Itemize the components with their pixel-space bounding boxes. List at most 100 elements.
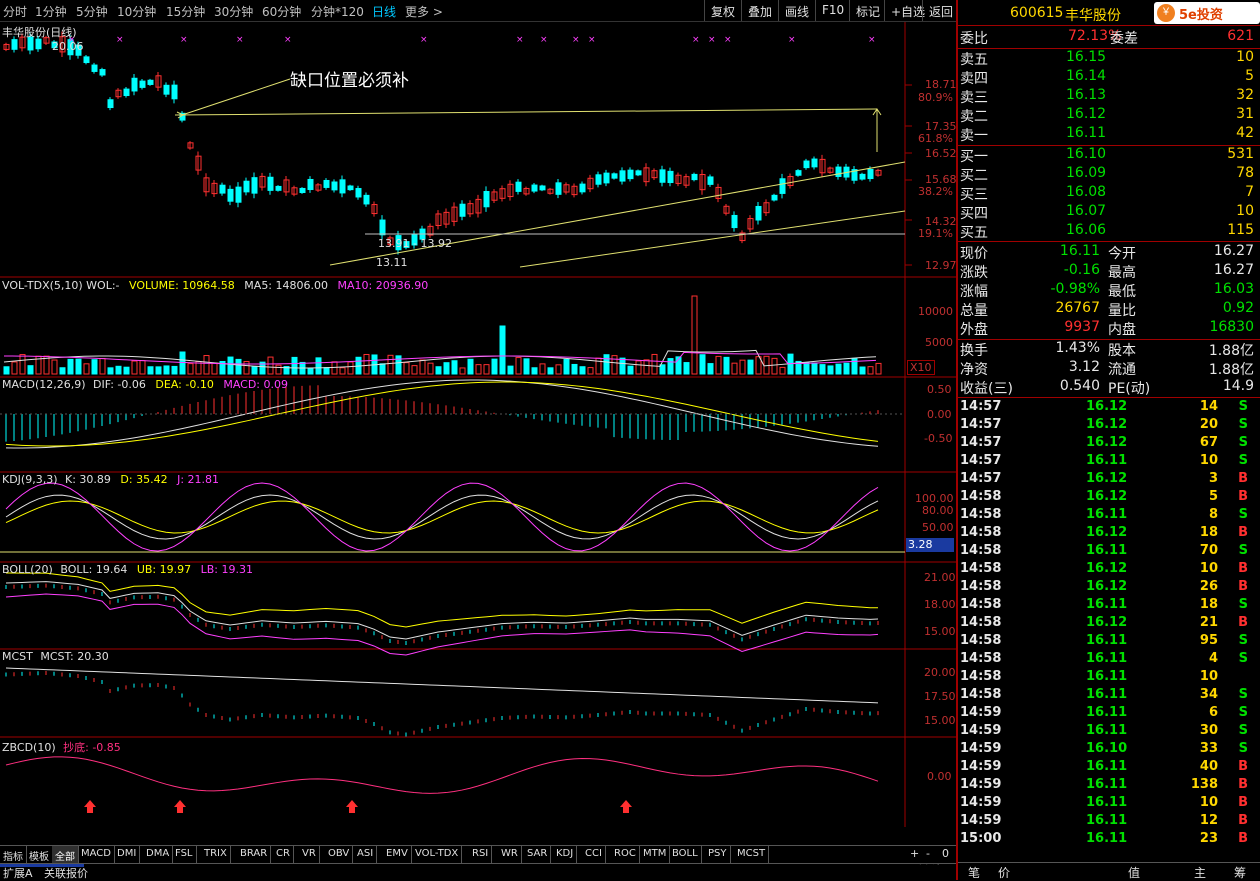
timeframe-60min[interactable]: 60分钟 — [262, 3, 301, 20]
candle-body — [515, 181, 522, 192]
order-price: 16.15 — [1066, 49, 1107, 65]
indicator-tab[interactable]: WR — [498, 846, 522, 864]
zoom-out-button[interactable]: - — [926, 847, 930, 860]
vol-axis-label: 10000 — [918, 305, 953, 318]
indicator-tab[interactable]: OBV — [325, 846, 354, 864]
signal-mark: × — [420, 35, 428, 45]
tick-cell: B — [1238, 489, 1248, 504]
indicator-tab[interactable]: VR — [299, 846, 320, 864]
indicator-tab[interactable]: 模板 — [26, 846, 53, 864]
mark-button[interactable]: 标记 — [849, 0, 886, 21]
indicator-tab[interactable]: ROC — [611, 846, 640, 864]
tick-cell: 16.10 — [1086, 741, 1128, 756]
timeframe-15min[interactable]: 15分钟 — [166, 3, 205, 20]
kline-chart-area[interactable]: × × × × × × × × × × × × × × × 丰华股份(日线) 20.06 缺口位置必须补 1… — [0, 22, 957, 867]
candle-body — [595, 174, 602, 185]
quote-bottom-tab[interactable]: 筹 — [1234, 864, 1246, 881]
indicator-tab[interactable]: PSY — [705, 846, 731, 864]
stat-row: 涨幅 -0.98% 最低 16.03 — [958, 281, 1260, 300]
timeframe-1min[interactable]: 1分钟 — [35, 3, 67, 20]
quote-bottom-tab[interactable]: 主 — [1194, 864, 1206, 881]
indicator-tab[interactable]: SAR — [524, 846, 552, 864]
volume-bar — [731, 362, 738, 375]
volume-bar — [515, 357, 522, 375]
tick-cell: S — [1238, 543, 1248, 558]
tick-cell: 14:58 — [960, 615, 1002, 630]
timeframe-daily[interactable]: 日线 — [372, 3, 396, 20]
related-quote-tab[interactable]: 关联报价 — [44, 865, 88, 881]
volume-bar — [571, 363, 578, 375]
timeframe-30min[interactable]: 30分钟 — [214, 3, 253, 20]
candle-body — [795, 170, 802, 176]
sell-row: 卖四 16.14 5 — [958, 68, 1260, 87]
candle-body — [147, 79, 154, 85]
logo-icon: ￥ — [1157, 4, 1175, 22]
indicator-tab[interactable]: KDJ — [553, 846, 578, 864]
indicator-tab[interactable]: MACD — [78, 846, 115, 864]
indicator-tab[interactable]: 全部 — [52, 846, 79, 864]
indicator-tab[interactable]: FSL — [172, 846, 197, 864]
tick-row: 14:58 16.12 26 B — [958, 579, 1260, 597]
candle-body — [331, 181, 338, 191]
timeframe-fenshi[interactable]: 分时 — [3, 3, 27, 20]
indicator-tab[interactable]: CCI — [582, 846, 606, 864]
tick-cell: 30 — [1199, 723, 1218, 738]
candle-body — [803, 160, 810, 169]
volume-bar — [451, 360, 458, 375]
candle-body — [635, 170, 642, 176]
indicator-tab[interactable]: DMA — [143, 846, 174, 864]
candle-body — [219, 184, 226, 194]
quote-bottom-tab[interactable]: 价 — [998, 864, 1010, 881]
timeframe-5min[interactable]: 5分钟 — [76, 3, 108, 20]
indicator-tab[interactable]: BRAR — [237, 846, 272, 864]
kdj-badge: 3.28 — [906, 538, 954, 552]
indicator-tab[interactable]: TRIX — [201, 846, 231, 864]
extend-a-tab[interactable]: 扩展A — [3, 865, 33, 881]
fuquan-button[interactable]: 复权 — [704, 0, 741, 21]
candle-body — [163, 84, 170, 95]
quote-bottom-tab[interactable]: 笔 — [968, 864, 980, 881]
tick-row: 14:59 16.11 40 B — [958, 759, 1260, 777]
tick-cell: 14:57 — [960, 453, 1002, 468]
indicator-tab[interactable]: VOL-TDX — [412, 846, 463, 864]
stat-label: 内盘 — [1108, 322, 1136, 338]
indicator-tab[interactable]: MCST — [734, 846, 770, 864]
back-button[interactable]: 返回 — [922, 0, 959, 21]
timeframe-more[interactable]: 更多 > — [405, 3, 443, 20]
zoom-in-button[interactable]: + — [910, 847, 919, 860]
tick-row: 14:59 16.11 10 B — [958, 795, 1260, 813]
timeframe-10min[interactable]: 10分钟 — [117, 3, 156, 20]
kdj-d: D: 35.42 — [120, 473, 168, 486]
indicator-tab[interactable]: BOLL — [669, 846, 702, 864]
tick-cell: 14:57 — [960, 417, 1002, 432]
reset-button[interactable]: 0 — [942, 847, 949, 860]
timeframe-120min[interactable]: 分钟*120 — [311, 3, 364, 20]
volume-bar — [291, 356, 298, 375]
indicator-tab[interactable]: DMI — [114, 846, 141, 864]
indicator-tab[interactable]: ASI — [354, 846, 378, 864]
volume-bar — [267, 356, 274, 375]
indicator-tab[interactable]: MTM — [640, 846, 671, 864]
tick-cell: S — [1238, 435, 1248, 450]
f10-button[interactable]: F10 — [815, 0, 850, 21]
volume-bar — [595, 357, 602, 375]
tick-row: 15:00 16.11 23 B — [958, 831, 1260, 849]
overlay-button[interactable]: 叠加 — [741, 0, 778, 21]
tick-row: 14:59 16.10 33 S — [958, 741, 1260, 759]
vol-ma5: MA5: 14806.00 — [244, 279, 328, 292]
indicator-tab[interactable]: 指标 — [0, 846, 27, 864]
order-level-label: 卖一 — [960, 128, 988, 144]
candle-body — [107, 99, 114, 109]
volume-bar — [507, 365, 514, 375]
stat-value: -0.98% — [1050, 281, 1100, 297]
volume-bar — [155, 366, 162, 375]
chart-canvas: × × × × × × × × × × × × × × × — [0, 22, 956, 827]
order-price: 16.10 — [1066, 146, 1107, 162]
indicator-tab[interactable]: EMV — [383, 846, 412, 864]
volume-bar — [523, 358, 530, 375]
indicator-tab[interactable]: CR — [273, 846, 294, 864]
tick-row: 14:59 16.11 30 S — [958, 723, 1260, 741]
draw-line-button[interactable]: 画线 — [778, 0, 815, 21]
quote-bottom-tab[interactable]: 值 — [1128, 864, 1140, 881]
indicator-tab[interactable]: RSI — [469, 846, 493, 864]
